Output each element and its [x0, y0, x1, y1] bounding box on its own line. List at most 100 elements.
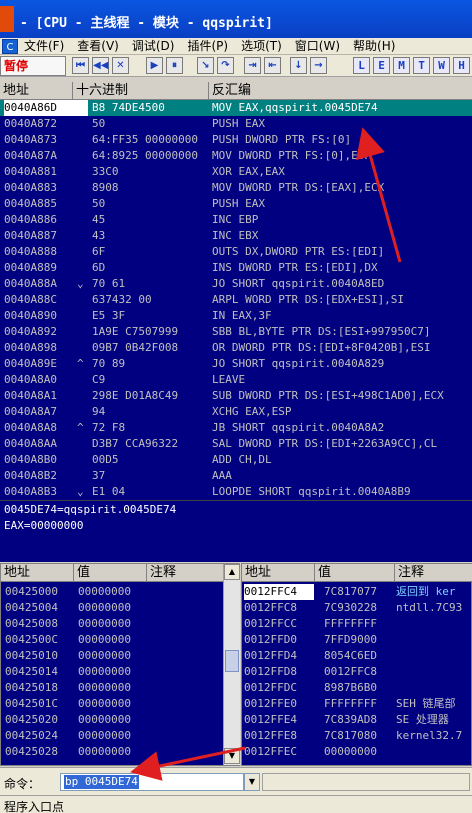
row-disassembly: MOV DWORD PTR FS:[0],ESP	[212, 149, 371, 162]
dump-row[interactable]: 00425024 00000000	[1, 728, 223, 744]
disassembly-pane[interactable]: 地址 十六进制 反汇编 0040A86D B8 74DE4500 MOV EAX,q…	[0, 82, 472, 500]
dump-row[interactable]: 00425014 00000000	[1, 664, 223, 680]
dump-address: 00425018	[5, 681, 58, 694]
disasm-row[interactable]: 0040A886 45 INC EBP	[0, 212, 472, 228]
disasm-row[interactable]: 0040A881 33C0 XOR EAX,EAX	[0, 164, 472, 180]
stack-header-comment[interactable]: 注释	[394, 564, 472, 581]
disasm-row[interactable]: 0040A86D B8 74DE4500 MOV EAX,qqspirit.0045…	[0, 100, 472, 116]
dump-row[interactable]: 00425004 00000000	[1, 600, 223, 616]
disasm-row[interactable]: 0040A889 6D INS DWORD PTR ES:[EDI],DX	[0, 260, 472, 276]
stack-row[interactable]: 0012FFE8 7C817080 kernel32.7	[242, 728, 472, 744]
go-to-icon[interactable]: →	[310, 57, 327, 74]
row-address: 0040A8A1	[4, 389, 57, 402]
scroll-down-icon[interactable]: ▼	[224, 748, 240, 764]
rewind-icon[interactable]: ◀◀	[92, 57, 109, 74]
menu-debug[interactable]: 调试(D)	[132, 38, 175, 54]
disasm-row[interactable]: 0040A892 1A9E C7507999 SBB BL,BYTE PTR DS:…	[0, 324, 472, 340]
row-address: 0040A8A0	[4, 373, 57, 386]
step-over-icon[interactable]: ↷	[217, 57, 234, 74]
menu-options[interactable]: 选项(T)	[241, 38, 282, 54]
dump-row[interactable]: 00425020 00000000	[1, 712, 223, 728]
dump-row[interactable]: 0042500C 00000000	[1, 632, 223, 648]
stack-pane[interactable]: 地址 值 注释 0012FFC4 7C817077 返回到 ker 0012FFC8 7…	[241, 563, 472, 766]
row-disassembly: INC EBX	[212, 229, 259, 242]
dump-row[interactable]: 0042501C 00000000	[1, 696, 223, 712]
run-icon[interactable]: ▶	[146, 57, 163, 74]
dump-header-address[interactable]: 地址	[1, 564, 73, 581]
handles-window-button[interactable]: H	[453, 57, 470, 74]
header-hex[interactable]: 十六进制	[72, 82, 208, 99]
stack-row[interactable]: 0012FFE0 FFFFFFFF SEH 链尾部	[242, 696, 472, 712]
disasm-row[interactable]: 0040A8A8 ^ 72 F8 JB SHORT qqspirit.0040A8A2	[0, 420, 472, 436]
disasm-row[interactable]: 0040A89E ^ 70 89 JO SHORT qqspirit.0040A829	[0, 356, 472, 372]
scroll-thumb[interactable]	[225, 650, 239, 672]
stack-row[interactable]: 0012FFD8 0012FFC8	[242, 664, 472, 680]
disasm-row[interactable]: 0040A8A1 298E D01A8C49 SUB DWORD PTR DS:[E…	[0, 388, 472, 404]
disasm-row[interactable]: 0040A8B2 37 AAA	[0, 468, 472, 484]
menu-view[interactable]: 查看(V)	[77, 38, 119, 54]
menu-help[interactable]: 帮助(H)	[353, 38, 395, 54]
disasm-row[interactable]: 0040A8B3 ⌄ E1 04 LOOPDE SHORT qqspirit.0040…	[0, 484, 472, 500]
dump-row[interactable]: 00425008 00000000	[1, 616, 223, 632]
disassembly-header: 地址 十六进制 反汇编	[0, 82, 472, 100]
pause-icon[interactable]: ⏸	[166, 57, 183, 74]
dump-row[interactable]: 00425010 00000000	[1, 648, 223, 664]
row-address: 0040A886	[4, 213, 57, 226]
threads-window-button[interactable]: T	[413, 57, 430, 74]
stack-header-address[interactable]: 地址	[242, 564, 314, 581]
modules-window-button[interactable]: E	[373, 57, 390, 74]
trace-over-icon[interactable]: ⇤	[264, 57, 281, 74]
command-input[interactable]: bp 0045DE74	[60, 773, 244, 791]
disasm-row[interactable]: 0040A8A7 94 XCHG EAX,ESP	[0, 404, 472, 420]
stack-row[interactable]: 0012FFDC 8987B6B0	[242, 680, 472, 696]
disasm-row[interactable]: 0040A8AA D3B7 CCA96322 SAL DWORD PTR DS:[E…	[0, 436, 472, 452]
dump-scrollbar[interactable]: ▲ ▼	[223, 564, 240, 765]
dump-row[interactable]: 00425028 00000000	[1, 744, 223, 760]
dump-row[interactable]: 00425018 00000000	[1, 680, 223, 696]
execute-till-return-icon[interactable]: ↓	[290, 57, 307, 74]
disasm-row[interactable]: 0040A887 43 INC EBX	[0, 228, 472, 244]
chevron-down-icon[interactable]: ▼	[244, 773, 260, 791]
disasm-row[interactable]: 0040A88C 637432 00 ARPL WORD PTR DS:[EDX+E…	[0, 292, 472, 308]
row-address: 0040A8A8	[4, 421, 57, 434]
disasm-row[interactable]: 0040A890 E5 3F IN EAX,3F	[0, 308, 472, 324]
disasm-row[interactable]: 0040A8B0 00D5 ADD CH,DL	[0, 452, 472, 468]
disasm-row[interactable]: 0040A898 09B7 0B42F008 OR DWORD PTR DS:[ED…	[0, 340, 472, 356]
stack-row[interactable]: 0012FFEC 00000000	[242, 744, 472, 760]
dump-header-value[interactable]: 值	[73, 564, 146, 581]
disasm-row[interactable]: 0040A873 64:FF35 00000000 PUSH DWORD PTR F…	[0, 132, 472, 148]
windows-window-button[interactable]: W	[433, 57, 450, 74]
header-disassembly[interactable]: 反汇编	[208, 82, 472, 99]
header-address[interactable]: 地址	[0, 82, 72, 99]
stack-row[interactable]: 0012FFCC FFFFFFFF	[242, 616, 472, 632]
dump-row[interactable]: 00425000 00000000	[1, 584, 223, 600]
close-program-icon[interactable]: ✕	[112, 57, 129, 74]
dump-header-comment[interactable]: 注释	[146, 564, 223, 581]
stack-row[interactable]: 0012FFC4 7C817077 返回到 ker	[242, 584, 472, 600]
stack-row[interactable]: 0012FFC8 7C930228 ntdll.7C93	[242, 600, 472, 616]
memory-window-button[interactable]: M	[393, 57, 410, 74]
close-icon[interactable]	[0, 6, 14, 32]
stack-header-value[interactable]: 值	[314, 564, 394, 581]
disasm-row[interactable]: 0040A88A ⌄ 70 61 JO SHORT qqspirit.0040A8ED	[0, 276, 472, 292]
disasm-row[interactable]: 0040A8A0 C9 LEAVE	[0, 372, 472, 388]
log-window-button[interactable]: L	[353, 57, 370, 74]
scroll-up-icon[interactable]: ▲	[224, 564, 240, 580]
dump-address: 00425010	[5, 649, 58, 662]
disasm-row[interactable]: 0040A87A 64:8925 00000000 MOV DWORD PTR FS…	[0, 148, 472, 164]
stack-row[interactable]: 0012FFE4 7C839AD8 SE 处理器	[242, 712, 472, 728]
menu-plugins[interactable]: 插件(P)	[187, 38, 228, 54]
disasm-row[interactable]: 0040A883 8908 MOV DWORD PTR DS:[EAX],ECX	[0, 180, 472, 196]
menu-window[interactable]: 窗口(W)	[295, 38, 340, 54]
stack-row[interactable]: 0012FFD0 7FFD9000	[242, 632, 472, 648]
disasm-row[interactable]: 0040A872 50 PUSH EAX	[0, 116, 472, 132]
trace-into-icon[interactable]: ⇥	[244, 57, 261, 74]
stack-row[interactable]: 0012FFD4 8054C6ED	[242, 648, 472, 664]
menu-file[interactable]: 文件(F)	[24, 38, 64, 54]
cpu-window-icon[interactable]: C	[2, 39, 18, 54]
dump-pane[interactable]: 地址 值 注释 00425000 00000000 00425004 00000000…	[0, 563, 240, 766]
open-icon[interactable]: ⏮	[72, 57, 89, 74]
disasm-row[interactable]: 0040A885 50 PUSH EAX	[0, 196, 472, 212]
step-into-icon[interactable]: ↘	[197, 57, 214, 74]
disasm-row[interactable]: 0040A888 6F OUTS DX,DWORD PTR ES:[EDI]	[0, 244, 472, 260]
